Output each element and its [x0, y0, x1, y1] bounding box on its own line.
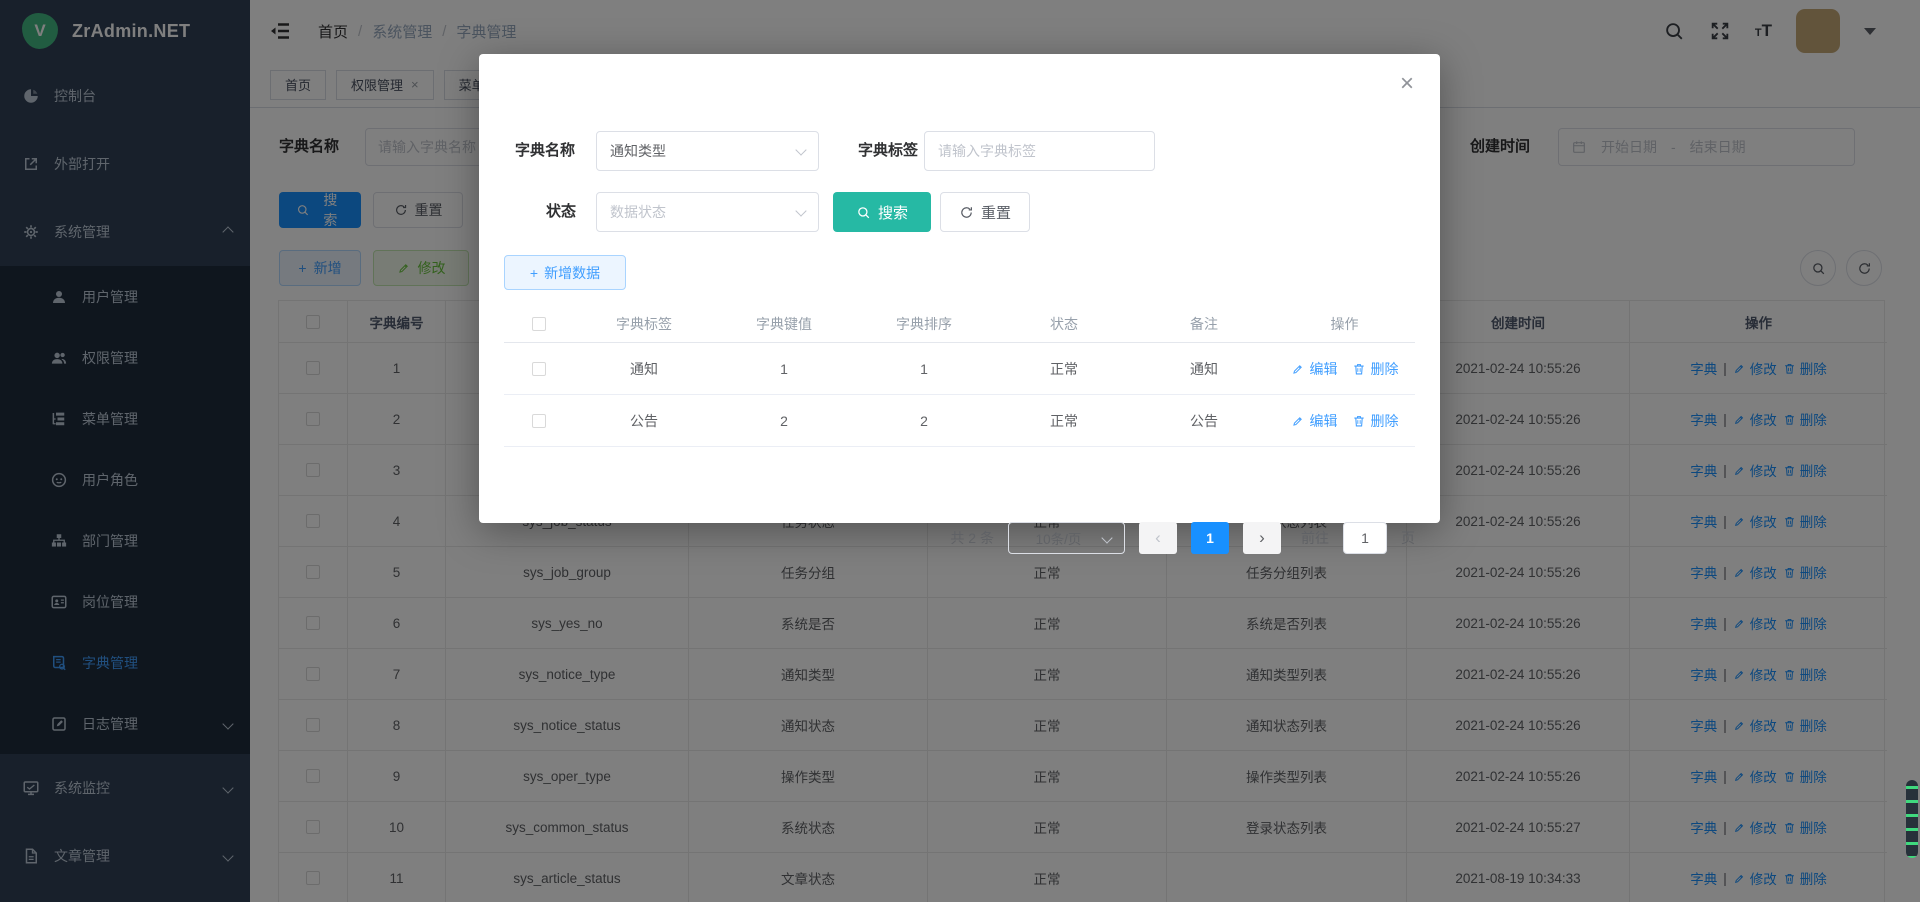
cell-status: 正常 [994, 359, 1134, 379]
modal-reset-button[interactable]: 重置 [940, 192, 1030, 232]
page-size-select[interactable]: 10条/页 [1008, 522, 1125, 554]
col-header-sort: 字典排序 [854, 314, 994, 334]
dict-data-table: 字典标签 字典键值 字典排序 状态 备注 操作 通知 1 1 正常 通知 [504, 305, 1415, 447]
select-all-checkbox[interactable] [532, 317, 546, 331]
page-number-button[interactable]: 1 [1191, 522, 1229, 554]
pagination: 共 2 条 10条/页 ‹ 1 › 前往 页 [504, 522, 1415, 554]
cell-sort: 2 [854, 413, 994, 429]
chevron-down-icon [1101, 532, 1112, 543]
row-checkbox[interactable] [532, 362, 546, 376]
next-page-button[interactable]: › [1243, 522, 1281, 554]
table-row: 通知 1 1 正常 通知 编辑 删除 [504, 343, 1415, 395]
delete-link[interactable]: 删除 [1352, 359, 1399, 379]
col-header-value: 字典键值 [714, 314, 854, 334]
prev-page-button[interactable]: ‹ [1139, 522, 1177, 554]
dict-data-dialog: × 字典名称 通知类型 字典标签 状态 数据状态 搜索 重置 +新增数据 字典标… [479, 54, 1440, 523]
pencil-icon [1291, 414, 1305, 428]
col-header-ops: 操作 [1274, 314, 1415, 334]
status-label: 状态 [496, 192, 576, 232]
edit-link[interactable]: 编辑 [1291, 359, 1338, 379]
cell-remark: 通知 [1134, 359, 1274, 379]
dict-name-label: 字典名称 [495, 131, 575, 171]
chevron-down-icon [795, 205, 806, 216]
trash-icon [1352, 414, 1366, 428]
table-body: 通知 1 1 正常 通知 编辑 删除 公告 2 [504, 343, 1415, 447]
row-checkbox[interactable] [532, 414, 546, 428]
edit-link[interactable]: 编辑 [1291, 411, 1338, 431]
status-select[interactable]: 数据状态 [596, 192, 819, 232]
status-placeholder: 数据状态 [610, 202, 666, 222]
dict-label-input[interactable] [924, 131, 1155, 171]
cell-sort: 1 [854, 361, 994, 377]
col-header-status: 状态 [994, 314, 1134, 334]
close-icon[interactable]: × [1400, 72, 1414, 96]
modal-search-button[interactable]: 搜索 [833, 192, 931, 232]
cell-label: 公告 [574, 411, 714, 431]
table-row: 公告 2 2 正常 公告 编辑 删除 [504, 395, 1415, 447]
dict-label-label: 字典标签 [838, 131, 918, 171]
cell-remark: 公告 [1134, 411, 1274, 431]
cell-operations: 编辑 删除 [1274, 359, 1415, 379]
jump-prefix: 前往 [1301, 528, 1329, 548]
cell-value: 2 [714, 413, 854, 429]
jump-suffix: 页 [1401, 528, 1415, 548]
cell-status: 正常 [994, 411, 1134, 431]
col-header-remark: 备注 [1134, 314, 1274, 334]
delete-link[interactable]: 删除 [1352, 411, 1399, 431]
scrollbar-thumb[interactable] [1906, 780, 1918, 858]
page-size-value: 10条/页 [1036, 528, 1082, 548]
jump-page-input[interactable] [1343, 522, 1387, 554]
trash-icon [1352, 362, 1366, 376]
cell-label: 通知 [574, 359, 714, 379]
cell-value: 1 [714, 361, 854, 377]
col-header-label: 字典标签 [574, 314, 714, 334]
pencil-icon [1291, 362, 1305, 376]
pagination-total: 共 2 条 [950, 528, 994, 548]
app-screen: V ZrAdmin.NET 控制台 外部打开 系统管理 [0, 0, 1920, 902]
dict-name-selected-value: 通知类型 [610, 141, 666, 161]
add-data-button[interactable]: +新增数据 [504, 255, 626, 290]
dict-name-select[interactable]: 通知类型 [596, 131, 819, 171]
cell-operations: 编辑 删除 [1274, 411, 1415, 431]
table-header-row: 字典标签 字典键值 字典排序 状态 备注 操作 [504, 305, 1415, 343]
chevron-down-icon [795, 144, 806, 155]
